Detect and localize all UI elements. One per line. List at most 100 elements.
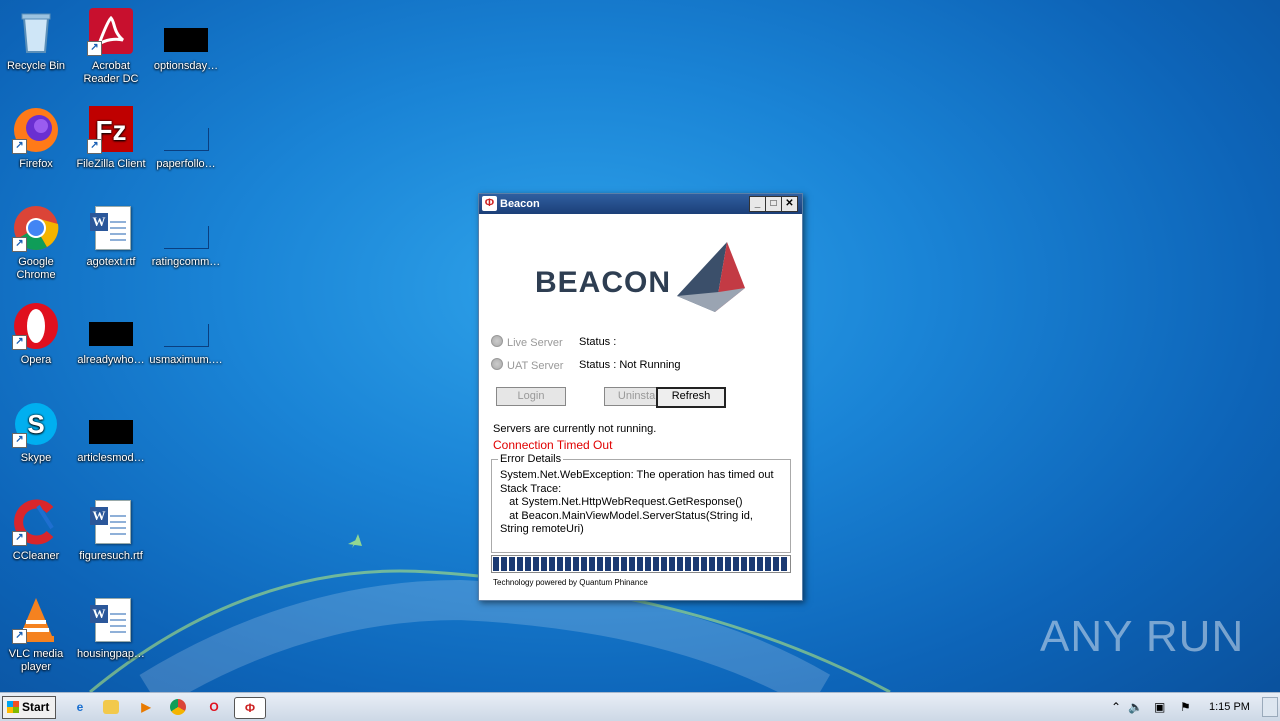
- beacon-taskbar-icon[interactable]: Ф: [234, 697, 266, 719]
- start-label: Start: [22, 700, 50, 714]
- black-file-icon: [162, 8, 210, 56]
- firefox-icon: ↗: [12, 106, 60, 154]
- explorer-icon[interactable]: [103, 700, 119, 714]
- title-bar[interactable]: Ф Beacon _ □ ✕: [479, 194, 802, 214]
- beacon-triangle-icon: [677, 242, 745, 312]
- show-desktop-button[interactable]: [1262, 697, 1278, 717]
- radio-circle-icon: [491, 358, 503, 370]
- desktop-icon-label: articlesmod…: [77, 452, 145, 464]
- vlc-icon: ↗: [12, 596, 60, 644]
- start-button[interactable]: Start: [2, 696, 56, 719]
- beacon-app-icon: Ф: [482, 196, 497, 211]
- desktop-icon-label: Google Chrome: [16, 256, 56, 281]
- shortcut-arrow-icon: ↗: [87, 41, 102, 56]
- desktop-icon-vlc[interactable]: ↗ VLC media player: [0, 596, 74, 674]
- desktop-icon-filezilla[interactable]: Fz ↗ FileZilla Client: [73, 106, 149, 171]
- desktop-icon-usmaximum[interactable]: usmaximum.…: [148, 302, 224, 367]
- login-button[interactable]: Login: [496, 387, 566, 406]
- recycle-bin-icon: [12, 8, 60, 56]
- ccleaner-icon: ↗: [12, 498, 60, 546]
- desktop-icon-optionsday[interactable]: optionsday…: [148, 8, 224, 73]
- black-file-icon: [87, 400, 135, 448]
- error-details-text: System.Net.WebException: The operation h…: [500, 469, 774, 535]
- desktop-icon-label: usmaximum.…: [149, 354, 223, 366]
- desktop-icon-recycle-bin[interactable]: Recycle Bin: [0, 8, 74, 73]
- chrome-taskbar-icon[interactable]: [170, 699, 186, 715]
- desktop-icon-label: optionsday…: [153, 60, 219, 72]
- desktop-icon-label: Acrobat Reader DC: [83, 60, 139, 85]
- desktop-icon-label: ratingcomm…: [151, 256, 221, 268]
- desktop-icon-agotext[interactable]: W agotext.rtf: [73, 204, 149, 269]
- live-status: Status :: [579, 336, 617, 348]
- desktop-icon-chrome[interactable]: ↗ Google Chrome: [0, 204, 74, 282]
- shortcut-arrow-icon: ↗: [12, 629, 27, 644]
- error-message: Connection Timed Out: [493, 438, 613, 452]
- desktop-icon-housingpap[interactable]: W housingpap…: [73, 596, 149, 661]
- blank-file-icon: [162, 204, 210, 252]
- close-button[interactable]: ✕: [781, 196, 798, 212]
- desktop-icon-label: Firefox: [19, 158, 53, 170]
- desktop-icon-articlesmod[interactable]: articlesmod…: [73, 400, 149, 465]
- word-doc-icon: W: [87, 596, 135, 644]
- shortcut-arrow-icon: ↗: [12, 335, 27, 350]
- error-details-group: Error Details System.Net.WebException: T…: [491, 453, 791, 553]
- black-file-icon: [87, 302, 135, 350]
- maximize-button[interactable]: □: [765, 196, 782, 212]
- logo-text: BEACON: [535, 266, 672, 299]
- media-player-icon[interactable]: ▶: [136, 697, 156, 717]
- live-server-radio[interactable]: Live Server: [491, 335, 563, 349]
- desktop-icon-label: CCleaner: [12, 550, 60, 562]
- desktop-icon-skype[interactable]: S ↗ Skype: [0, 400, 74, 465]
- desktop-icon-label: housingpap…: [77, 648, 145, 660]
- volume-icon[interactable]: 🔈: [1128, 693, 1143, 721]
- taskbar: Start e ▶ O Ф ⌃ 🔈 ▣ ⚑ 1:15 PM: [0, 692, 1280, 721]
- clock[interactable]: 1:15 PM: [1209, 693, 1250, 721]
- opera-taskbar-icon[interactable]: O: [204, 697, 224, 717]
- desktop-icon-alreadywho[interactable]: alreadywho…: [73, 302, 149, 367]
- error-details-legend: Error Details: [498, 453, 564, 465]
- radio-circle-icon: [491, 335, 503, 347]
- live-server-label: Live Server: [507, 337, 563, 349]
- desktop-icon-paperfollo[interactable]: paperfollo…: [148, 106, 224, 171]
- shortcut-arrow-icon: ↗: [12, 531, 27, 546]
- word-doc-icon: W: [87, 498, 135, 546]
- shortcut-arrow-icon: ↗: [87, 139, 102, 154]
- desktop-icon-firefox[interactable]: ↗ Firefox: [0, 106, 74, 171]
- progress-bar: [491, 555, 791, 573]
- chrome-icon: ↗: [12, 204, 60, 252]
- window-title: Beacon: [500, 198, 540, 210]
- desktop-icon-label: agotext.rtf: [86, 256, 136, 268]
- shortcut-arrow-icon: ↗: [12, 433, 27, 448]
- desktop-icon-acrobat[interactable]: ↗ Acrobat Reader DC: [73, 8, 149, 86]
- skype-icon: S ↗: [12, 400, 60, 448]
- blank-file-icon: [162, 106, 210, 154]
- shortcut-arrow-icon: ↗: [12, 237, 27, 252]
- ie-icon[interactable]: e: [70, 697, 90, 717]
- word-doc-icon: W: [87, 204, 135, 252]
- refresh-button[interactable]: Refresh: [656, 387, 726, 408]
- footer-credit: Technology powered by Quantum Phinance: [493, 578, 648, 587]
- desktop-icon-label: FileZilla Client: [76, 158, 146, 170]
- desktop-icon-label: VLC media player: [8, 648, 64, 673]
- desktop-icon-ccleaner[interactable]: ↗ CCleaner: [0, 498, 74, 563]
- uat-status: Status : Not Running: [579, 359, 681, 371]
- shortcut-arrow-icon: ↗: [12, 139, 27, 154]
- status-message: Servers are currently not running.: [493, 423, 657, 435]
- beacon-logo: BEACON: [535, 238, 750, 316]
- progress-fill: [493, 557, 789, 571]
- desktop-icon-label: figuresuch.rtf: [79, 550, 143, 562]
- desktop-icon-label: Opera: [20, 354, 52, 366]
- desktop-icon-figuresuch[interactable]: W figuresuch.rtf: [73, 498, 149, 563]
- tray-chevron-icon[interactable]: ⌃: [1111, 693, 1121, 721]
- action-center-flag-icon[interactable]: ⚑: [1180, 693, 1191, 721]
- desktop-icon-label: alreadywho…: [77, 354, 145, 366]
- desktop-icon-opera[interactable]: ↗ Opera: [0, 302, 74, 367]
- acrobat-icon: ↗: [87, 8, 135, 56]
- desktop-icon-ratingcomm[interactable]: ratingcomm…: [148, 204, 224, 269]
- anyrun-watermark: ANY RUN: [1040, 612, 1245, 661]
- network-icon[interactable]: ▣: [1154, 693, 1165, 721]
- minimize-button[interactable]: _: [749, 196, 766, 212]
- uat-server-radio[interactable]: UAT Server: [491, 358, 563, 372]
- opera-icon: ↗: [12, 302, 60, 350]
- filezilla-icon: Fz ↗: [87, 106, 135, 154]
